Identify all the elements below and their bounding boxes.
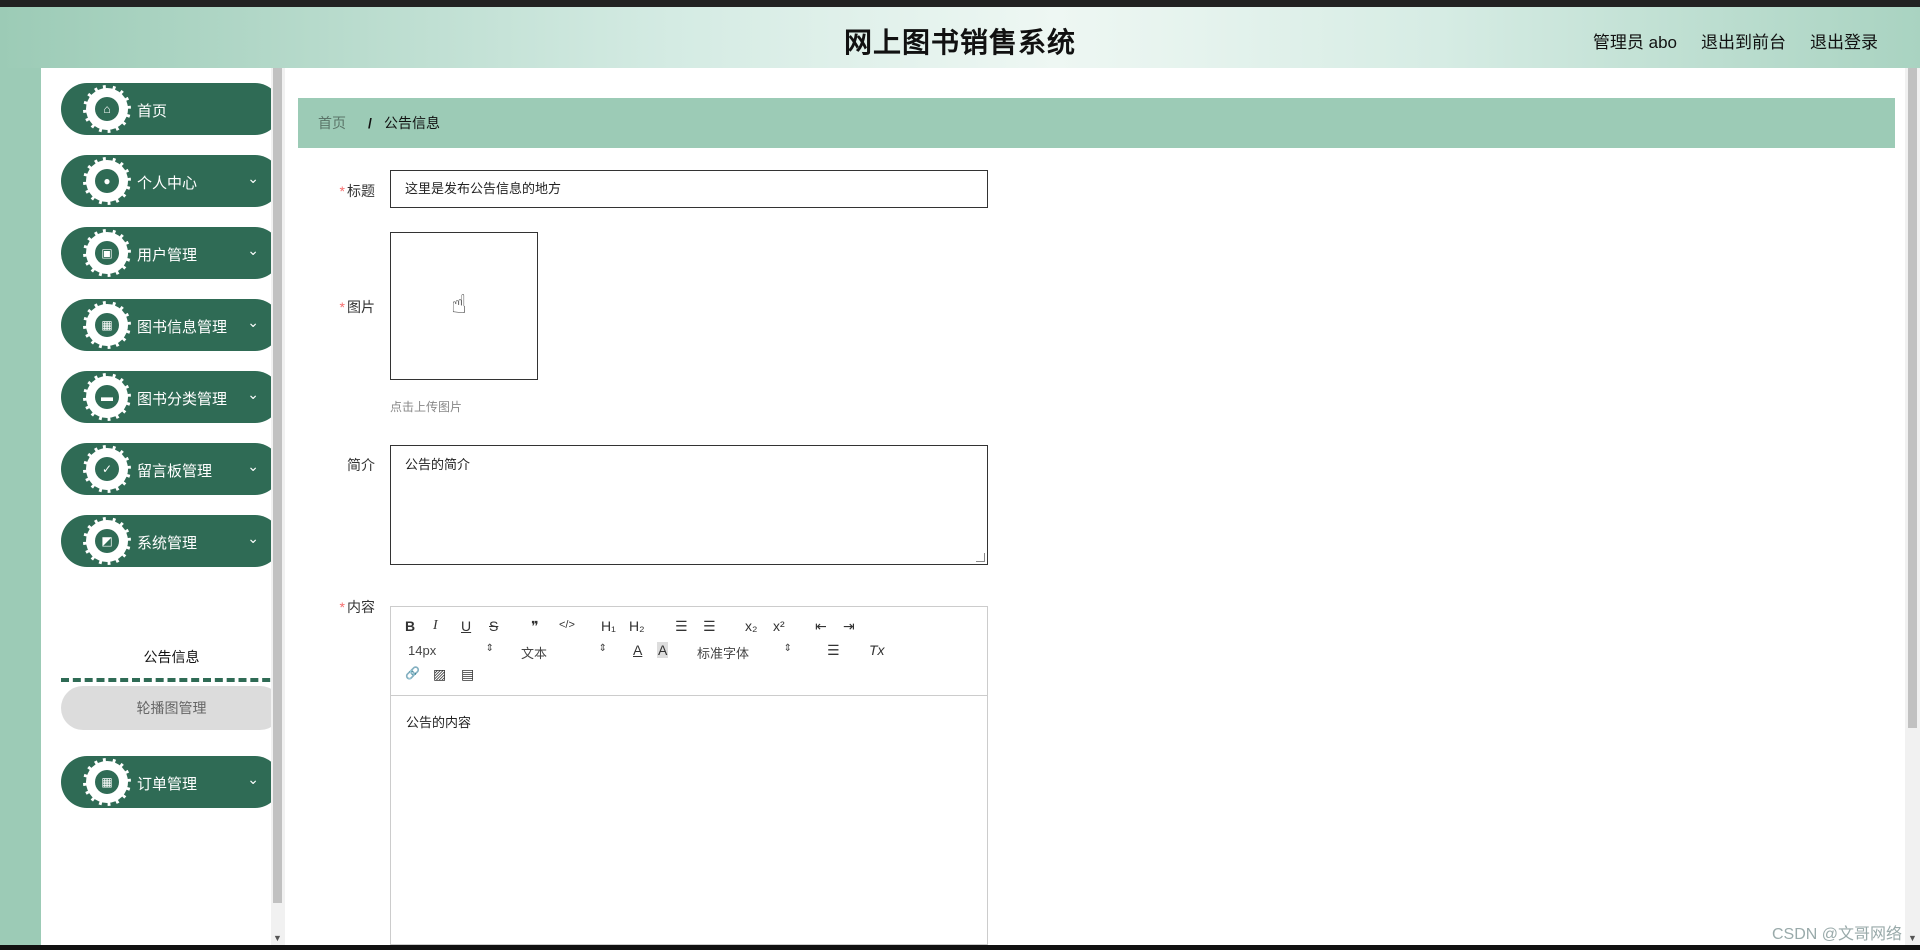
main-content: 首页 / 公告信息 * 标题 这里是发布公告信息的地方 * 图片 ☝ 点击上传图片 …: [285, 68, 1920, 945]
sidebar-item-book-category[interactable]: ▬ 图书分类管理 ⌄: [61, 371, 281, 423]
sidebar-item-label: 个人中心: [137, 175, 198, 192]
background-color-icon[interactable]: A: [657, 642, 669, 658]
link-icon[interactable]: 🔗: [405, 666, 420, 680]
editor-toolbar: B I U S ❞ </> H₁ H₂ ☰ ☰ x₂ x² ⇤ ⇥ 14px ⇕ …: [391, 607, 987, 696]
font-family-select[interactable]: 标准字体 ⇕: [697, 643, 792, 662]
outdent-icon[interactable]: ⇤: [815, 618, 827, 635]
hand-cursor-icon: ☝: [451, 289, 467, 319]
image-upload[interactable]: ☝: [390, 232, 538, 380]
title-input[interactable]: 这里是发布公告信息的地方: [390, 170, 988, 208]
select-arrow-icon: ⇕: [783, 643, 792, 654]
underline-icon[interactable]: U: [461, 618, 471, 634]
back-to-front-link[interactable]: 退出到前台: [1701, 28, 1786, 53]
scrollbar-thumb[interactable]: [273, 68, 282, 903]
indent-icon[interactable]: ⇥: [843, 618, 855, 635]
scroll-down-icon[interactable]: ▼: [1908, 933, 1917, 943]
rich-text-editor: B I U S ❞ </> H₁ H₂ ☰ ☰ x₂ x² ⇤ ⇥ 14px ⇕ …: [390, 606, 988, 945]
window-top-edge: [0, 0, 1920, 7]
sidebar-item-user-management[interactable]: ▣ 用户管理 ⌄: [61, 227, 281, 279]
select-arrow-icon: ⇕: [598, 643, 607, 654]
intro-label: 简介: [347, 457, 375, 473]
window-bottom-edge: [0, 945, 1920, 950]
header1-icon[interactable]: H₁: [601, 618, 616, 634]
scrollbar-thumb[interactable]: [1908, 68, 1917, 728]
sidebar-scrollbar[interactable]: ▼: [271, 68, 285, 945]
upload-hint: 点击上传图片: [390, 400, 463, 414]
user-icon: ●: [95, 169, 119, 193]
chevron-down-icon: ⌄: [247, 386, 259, 402]
chevron-down-icon: ⌄: [247, 458, 259, 474]
system-submenu: 公告信息 轮播图管理: [61, 636, 282, 736]
header-type-select[interactable]: 文本 ⇕: [521, 643, 607, 662]
editor-content[interactable]: 公告的内容: [406, 712, 471, 731]
chart-icon: ◩: [95, 529, 119, 553]
select-arrow-icon: ⇕: [485, 643, 494, 654]
submenu-item-carousel[interactable]: 轮播图管理: [61, 686, 282, 730]
logout-link[interactable]: 退出登录: [1810, 28, 1878, 53]
breadcrumb-home[interactable]: 首页: [318, 98, 346, 148]
breadcrumb-current: 公告信息: [384, 115, 440, 131]
font-size-select[interactable]: 14px ⇕: [408, 643, 494, 658]
header2-icon[interactable]: H₂: [629, 618, 645, 634]
sidebar-item-label: 首页: [137, 103, 168, 120]
monitor-icon: ▬: [95, 385, 119, 409]
breadcrumb-separator: /: [368, 115, 372, 131]
grid-icon: ▦: [95, 313, 119, 337]
image-label: * 图片: [339, 299, 375, 315]
main-scrollbar[interactable]: ▼: [1905, 68, 1920, 945]
align-icon[interactable]: ☰: [827, 642, 840, 659]
sidebar-item-label: 系统管理: [137, 535, 198, 552]
app-header: 网上图书销售系统 管理员 abo 退出到前台 退出登录: [0, 7, 1920, 68]
chevron-down-icon: ⌄: [247, 170, 259, 186]
chevron-down-icon: ⌄: [247, 314, 259, 330]
sidebar-item-message-board[interactable]: ✓ 留言板管理 ⌄: [61, 443, 281, 495]
sidebar-item-label: 图书分类管理: [137, 391, 228, 408]
home-icon: ⌂: [95, 97, 119, 121]
chevron-down-icon: ⌄: [247, 242, 259, 258]
watermark: CSDN @文哥网络: [1771, 926, 1902, 943]
sidebar: ⌂ 首页 ● 个人中心 ⌄ ▣ 用户管理 ⌄ ▦ 图书信息管理 ⌄ ▬ 图书分类…: [41, 68, 282, 945]
resize-handle-icon[interactable]: [976, 553, 985, 562]
subscript-icon[interactable]: x₂: [745, 618, 757, 634]
admin-user-label[interactable]: 管理员 abo: [1593, 28, 1677, 53]
grid-icon: ▦: [95, 770, 119, 794]
font-color-icon[interactable]: A: [633, 642, 642, 658]
sidebar-item-label: 用户管理: [137, 247, 198, 264]
chevron-down-icon: ⌄: [247, 530, 259, 546]
blockquote-icon[interactable]: ❞: [531, 618, 539, 635]
sidebar-item-label: 订单管理: [137, 776, 198, 793]
intro-textarea[interactable]: 公告的简介: [390, 445, 988, 565]
sidebar-item-home[interactable]: ⌂ 首页: [61, 83, 281, 135]
content-label: * 内容: [339, 599, 375, 615]
sidebar-item-system-management[interactable]: ◩ 系统管理 ⌄: [61, 515, 281, 567]
image-icon[interactable]: ▨: [433, 666, 446, 683]
italic-icon[interactable]: I: [433, 618, 438, 634]
sidebar-item-label: 留言板管理: [137, 463, 213, 480]
code-block-icon[interactable]: </>: [559, 619, 575, 631]
bold-icon[interactable]: B: [405, 618, 415, 634]
sidebar-item-label: 图书信息管理: [137, 319, 228, 336]
sidebar-item-personal-center[interactable]: ● 个人中心 ⌄: [61, 155, 281, 207]
breadcrumb: 首页 / 公告信息: [298, 98, 1895, 148]
sidebar-accent-strip: [0, 68, 41, 945]
clear-format-icon[interactable]: Tx: [869, 642, 885, 658]
title-label: * 标题: [339, 183, 375, 199]
bullet-list-icon[interactable]: ☰: [703, 618, 716, 635]
sidebar-item-book-info[interactable]: ▦ 图书信息管理 ⌄: [61, 299, 281, 351]
scroll-down-icon[interactable]: ▼: [273, 933, 282, 943]
submenu-item-announcements[interactable]: 公告信息: [61, 640, 282, 682]
strikethrough-icon[interactable]: S: [489, 618, 498, 634]
header-nav: 管理员 abo 退出到前台 退出登录: [1593, 28, 1878, 53]
ordered-list-icon[interactable]: ☰: [675, 618, 688, 635]
sidebar-item-order-management[interactable]: ▦ 订单管理 ⌄: [61, 756, 281, 808]
video-icon[interactable]: ▤: [461, 666, 474, 683]
chevron-down-icon: ⌄: [247, 771, 259, 787]
wallet-icon: ▣: [95, 241, 119, 265]
superscript-icon[interactable]: x²: [773, 618, 785, 634]
clipboard-icon: ✓: [95, 457, 119, 481]
